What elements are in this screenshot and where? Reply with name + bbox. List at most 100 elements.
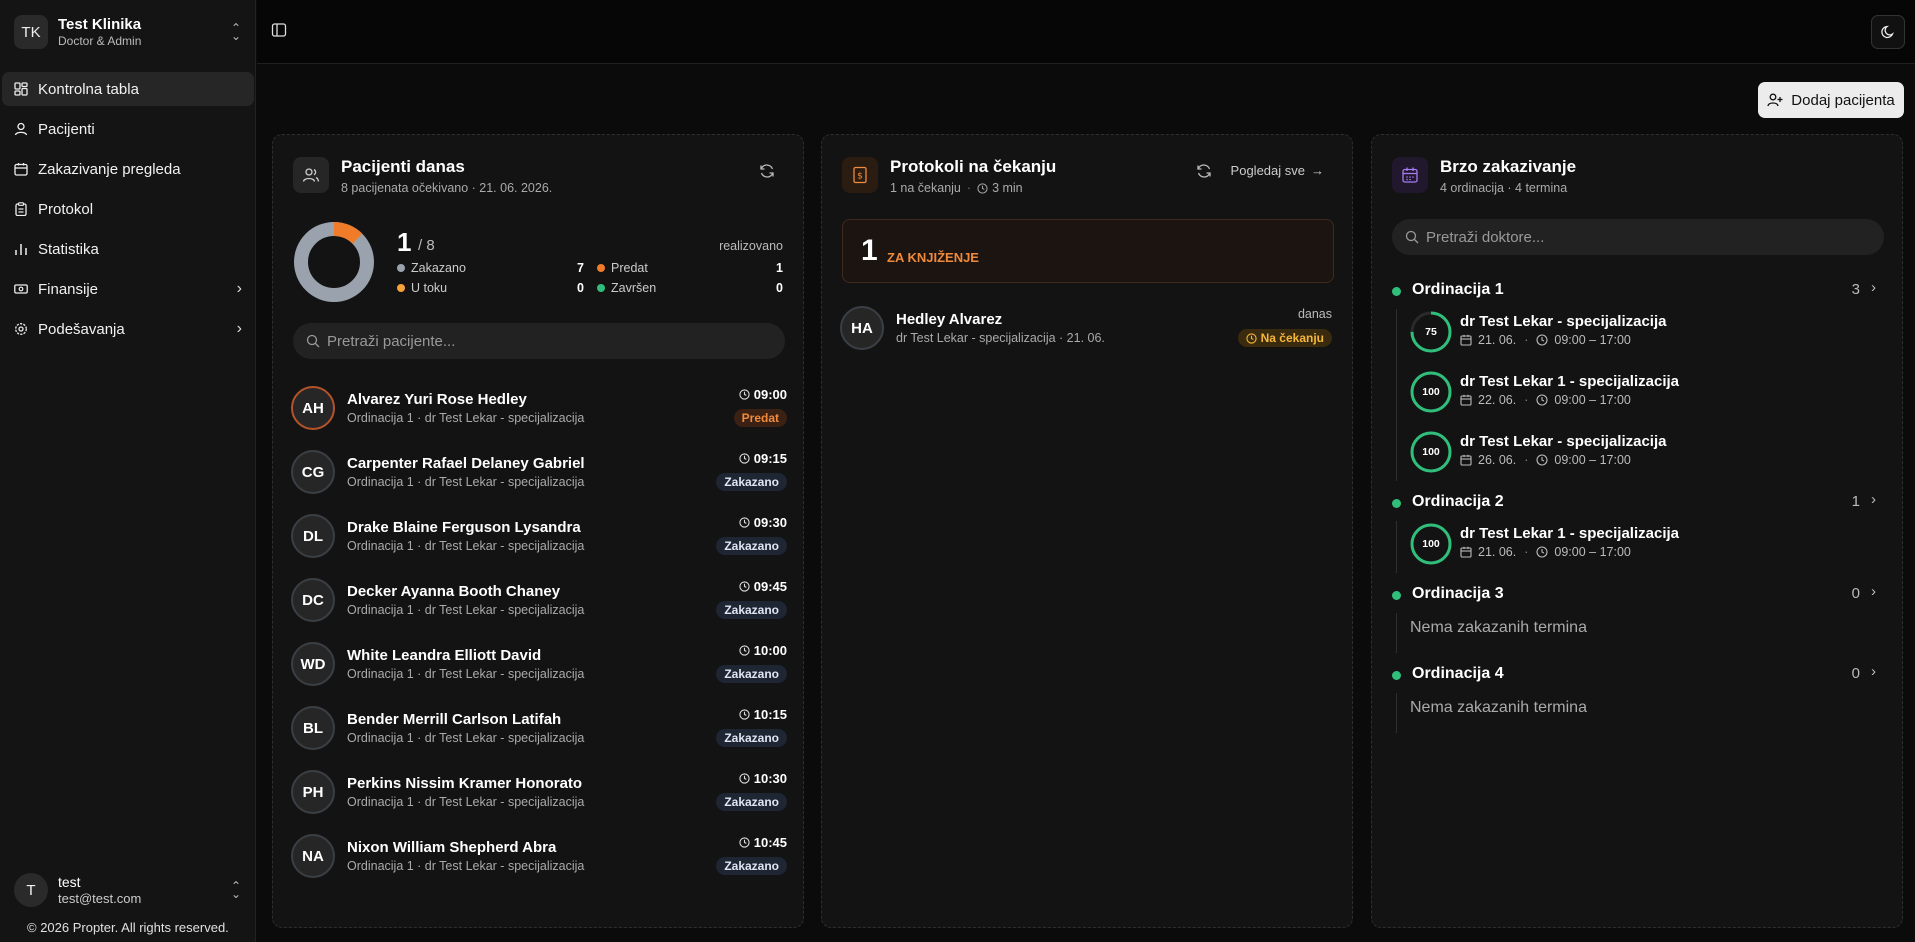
org-switcher[interactable]: TK Test Klinika Doctor & Admin ⌃ ⌄ bbox=[14, 14, 244, 50]
appointment-time: 10:15 bbox=[739, 707, 787, 722]
card-title: Brzo zakazivanje bbox=[1440, 157, 1577, 176]
legend-value: 7 bbox=[577, 261, 584, 275]
doctor-name: dr Test Lekar 1 - specijalizacija bbox=[1460, 525, 1679, 542]
done-count: 1 bbox=[397, 227, 412, 257]
clock-icon bbox=[739, 709, 750, 720]
search-icon bbox=[306, 334, 320, 348]
patients-today-card: Pacijenti danas 8 pacijenata očekivano ·… bbox=[272, 134, 804, 928]
topbar bbox=[257, 0, 1915, 64]
group-divider bbox=[1396, 693, 1397, 733]
doctor-slot[interactable]: 75 dr Test Lekar - specijalizacija 21. 06.… bbox=[1410, 309, 1880, 355]
patient-search-input[interactable]: Pretraži pacijente... bbox=[293, 323, 785, 359]
sidebar-toggle-icon[interactable] bbox=[271, 22, 289, 40]
status-badge: Zakazano bbox=[716, 537, 787, 555]
refresh-icon[interactable] bbox=[1196, 163, 1212, 179]
user-menu[interactable]: T test test@test.com ⌃ ⌄ bbox=[14, 872, 244, 908]
clock-icon bbox=[739, 453, 750, 464]
group-divider bbox=[1396, 521, 1397, 573]
patient-name: Carpenter Rafael Delaney Gabriel bbox=[347, 455, 585, 472]
status-dot bbox=[1392, 287, 1401, 296]
view-all-link[interactable]: Pogledaj sve → bbox=[1231, 163, 1324, 178]
theme-toggle-button[interactable] bbox=[1871, 15, 1905, 49]
user-name: test bbox=[58, 873, 81, 890]
clock-icon bbox=[739, 837, 750, 848]
table-row[interactable]: DC Decker Ayanna Booth Chaney Ordinacija 1… bbox=[291, 575, 787, 625]
table-row[interactable]: CG Carpenter Rafael Delaney Gabriel Ordina… bbox=[291, 447, 787, 497]
patient-name: Decker Ayanna Booth Chaney bbox=[347, 583, 561, 600]
calendar-icon bbox=[1460, 454, 1472, 466]
protocol-item[interactable]: HA Hedley Alvarez dr Test Lekar - specij… bbox=[840, 303, 1336, 353]
doctor-slot[interactable]: 100 dr Test Lekar 1 - specijalizacija 21. … bbox=[1410, 521, 1880, 567]
avatar: CG bbox=[291, 450, 335, 494]
refresh-icon[interactable] bbox=[759, 163, 775, 179]
patient-detail: Ordinacija 1 · dr Test Lekar - specijali… bbox=[347, 667, 585, 681]
card-subtitle: 4 ordinacija · 4 termina bbox=[1440, 181, 1568, 195]
ordinacija-name: Ordinacija 2 bbox=[1412, 493, 1504, 510]
table-row[interactable]: DL Drake Blaine Ferguson Lysandra Ordinaci… bbox=[291, 511, 787, 561]
card-title: Pacijenti danas bbox=[341, 157, 465, 176]
sidebar-item-podesavanja[interactable]: Podešavanja › bbox=[2, 312, 254, 346]
patient-detail: Ordinacija 1 · dr Test Lekar - specijali… bbox=[347, 603, 585, 617]
chevrons-up-down-icon: ⌃ ⌄ bbox=[230, 21, 242, 43]
chevron-right-icon: › bbox=[1871, 491, 1876, 508]
doctor-schedule: 26. 06. · 09:00 – 17:00 bbox=[1460, 453, 1631, 467]
empty-state-text: Nema zakazanih termina bbox=[1410, 619, 1587, 636]
table-row[interactable]: BL Bender Merrill Carlson Latifah Ordinaci… bbox=[291, 703, 787, 753]
clock-icon bbox=[739, 581, 750, 592]
banknote-icon bbox=[14, 282, 28, 296]
doctor-schedule: 22. 06. · 09:00 – 17:00 bbox=[1460, 393, 1631, 407]
patient-name: Drake Blaine Ferguson Lysandra bbox=[347, 519, 581, 536]
status-dot bbox=[1392, 499, 1401, 508]
sidebar-item-protokol[interactable]: Protokol bbox=[2, 192, 254, 226]
doctor-slot[interactable]: 100 dr Test Lekar 1 - specijalizacija 22. … bbox=[1410, 369, 1880, 415]
legend-zavrsen: Završen bbox=[597, 281, 656, 295]
status-badge: Zakazano bbox=[716, 857, 787, 875]
clock-icon bbox=[977, 182, 988, 194]
sidebar-item-finansije[interactable]: Finansije › bbox=[2, 272, 254, 306]
avatar: NA bbox=[291, 834, 335, 878]
moon-icon bbox=[1881, 25, 1894, 39]
pending-summary[interactable]: 1 ZA KNJIŽENJE bbox=[842, 219, 1334, 283]
sidebar-item-statistika[interactable]: Statistika bbox=[2, 232, 254, 266]
sidebar-item-label: Podešavanja bbox=[38, 320, 125, 338]
gear-icon bbox=[14, 322, 28, 336]
user-plus-icon bbox=[1767, 93, 1783, 107]
sidebar-item-pacijenti[interactable]: Pacijenti bbox=[2, 112, 254, 146]
patient-name: Perkins Nissim Kramer Honorato bbox=[347, 775, 583, 792]
sidebar-item-zakazivanje[interactable]: Zakazivanje pregleda bbox=[2, 152, 254, 186]
add-patient-button[interactable]: Dodaj pacijenta bbox=[1758, 82, 1904, 118]
status-badge: Zakazano bbox=[716, 665, 787, 683]
clock-icon bbox=[1536, 334, 1548, 346]
status-badge: Predat bbox=[733, 409, 787, 427]
appointment-time: 10:00 bbox=[739, 643, 787, 658]
doctor-search-input[interactable]: Pretraži doktore... bbox=[1392, 219, 1884, 255]
sidebar-item-label: Finansije bbox=[38, 280, 99, 298]
protocol-patient-name: Hedley Alvarez bbox=[896, 311, 1003, 328]
avatar: AH bbox=[291, 386, 335, 430]
protocol-detail: dr Test Lekar - specijalizacija · 21. 06… bbox=[896, 331, 1105, 345]
pending-count: 1 bbox=[861, 234, 878, 267]
table-row[interactable]: PH Perkins Nissim Kramer Honorato Ordinaci… bbox=[291, 767, 787, 817]
table-row[interactable]: AH Alvarez Yuri Rose Hedley Ordinacija 1 ·… bbox=[291, 383, 787, 433]
user-icon bbox=[14, 122, 28, 136]
quick-schedule-card: Brzo zakazivanje 4 ordinacija · 4 termin… bbox=[1371, 134, 1903, 928]
doctor-schedule: 21. 06. · 09:00 – 17:00 bbox=[1460, 333, 1631, 347]
legend-zakazano: Zakazano bbox=[397, 261, 466, 275]
legend-value: 0 bbox=[577, 281, 584, 295]
avatar: DC bbox=[291, 578, 335, 622]
table-row[interactable]: NA Nixon William Shepherd Abra Ordinacija … bbox=[291, 831, 787, 881]
ordinacija-count: 0 bbox=[1851, 665, 1860, 682]
status-dot bbox=[1392, 671, 1401, 680]
clock-icon bbox=[1536, 394, 1548, 406]
sidebar-item-label: Protokol bbox=[38, 200, 94, 218]
ordinacija-count: 3 bbox=[1851, 281, 1860, 298]
sidebar-item-kontrolna-tabla[interactable]: Kontrolna tabla bbox=[2, 72, 254, 106]
sidebar-item-label: Statistika bbox=[38, 240, 99, 258]
doctor-slot[interactable]: 100 dr Test Lekar - specijalizacija 26. 06… bbox=[1410, 429, 1880, 475]
patient-detail: Ordinacija 1 · dr Test Lekar - specijali… bbox=[347, 859, 585, 873]
capacity-value: 100 bbox=[1422, 538, 1440, 550]
doctor-name: dr Test Lekar - specijalizacija bbox=[1460, 313, 1667, 330]
table-row[interactable]: WD White Leandra Elliott David Ordinacija … bbox=[291, 639, 787, 689]
clock-icon bbox=[1245, 332, 1257, 344]
clock-icon bbox=[739, 517, 750, 528]
